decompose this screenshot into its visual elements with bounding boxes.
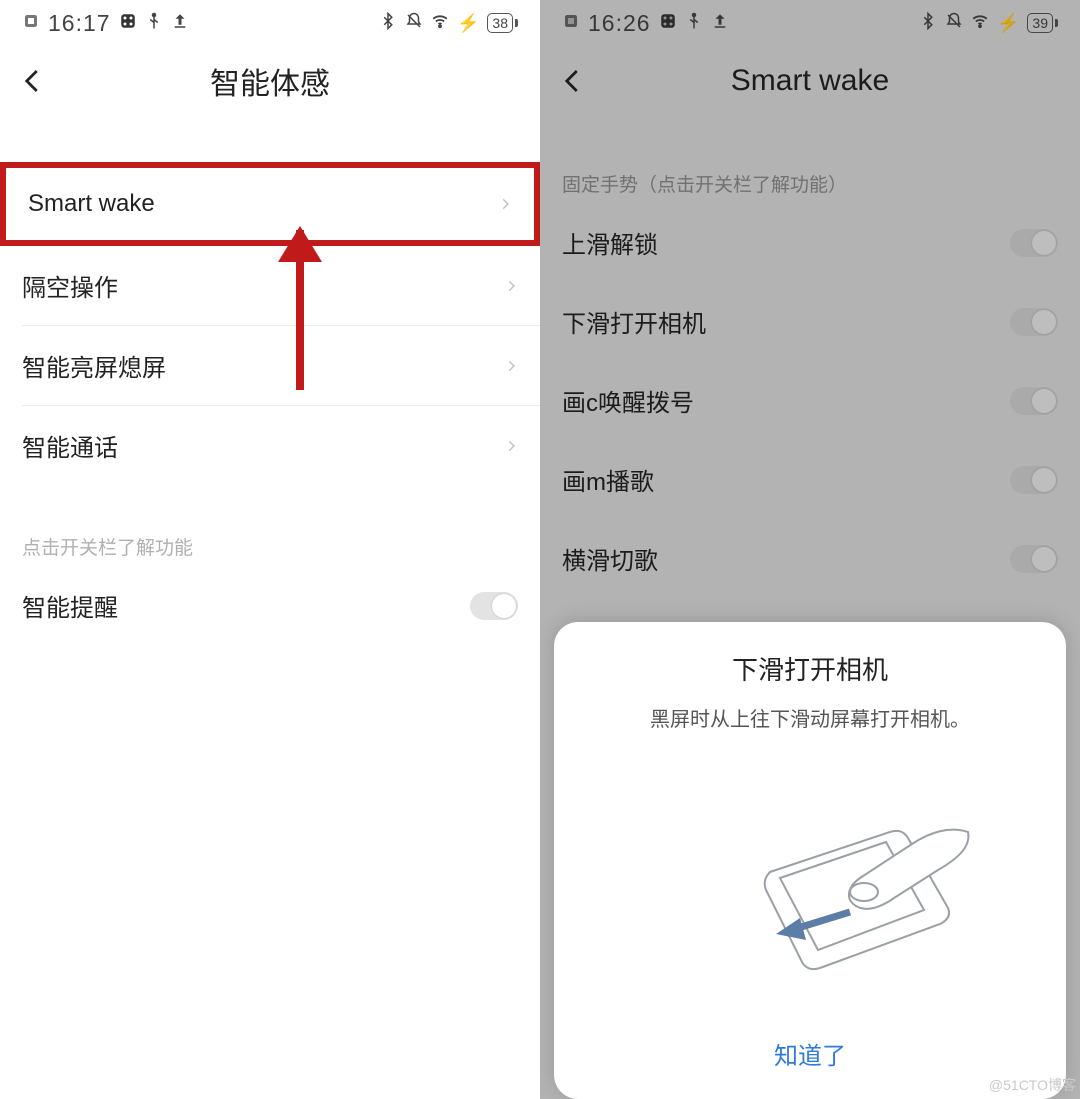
row-label: 画c唤醒拨号	[562, 383, 694, 418]
toggle-switch[interactable]	[1010, 387, 1058, 415]
row-label: 隔空操作	[22, 268, 118, 303]
row-label: 上滑解锁	[562, 225, 658, 260]
row-label: 智能通话	[22, 428, 118, 463]
toggle-switch[interactable]	[470, 592, 518, 620]
status-time: 16:17	[48, 10, 111, 37]
toggle-switch[interactable]	[1010, 545, 1058, 573]
wifi-icon	[971, 10, 989, 36]
sim-icon	[22, 10, 40, 36]
toggle-switch[interactable]	[1010, 229, 1058, 257]
dnd-icon	[945, 10, 963, 36]
row-label: 横滑切歌	[562, 541, 658, 576]
bluetooth-icon	[379, 10, 397, 36]
charging-icon: ⚡	[997, 13, 1019, 34]
chevron-right-icon	[504, 435, 518, 457]
row-draw-c-dial[interactable]: 画c唤醒拨号	[540, 361, 1080, 440]
wifi-icon	[431, 10, 449, 36]
phone-left: 16:17 ⚡ 38	[0, 0, 540, 1099]
back-button[interactable]	[18, 66, 48, 96]
gesture-illustration	[650, 772, 970, 982]
row-swipe-up-unlock[interactable]: 上滑解锁	[540, 203, 1080, 282]
row-label: Smart wake	[28, 190, 155, 218]
status-bar: 16:17 ⚡ 38	[0, 0, 540, 46]
page-title: Smart wake	[731, 64, 889, 98]
phone-right: 16:26	[540, 0, 1080, 1099]
row-smart-wake[interactable]: Smart wake	[0, 162, 540, 246]
status-bar: 16:26	[540, 0, 1080, 46]
bluetooth-icon	[919, 10, 937, 36]
nav-header: 智能体感	[0, 46, 540, 116]
usb-icon	[685, 10, 703, 36]
section-caption: 固定手势（点击开关栏了解功能）	[540, 156, 1080, 203]
status-time: 16:26	[588, 10, 651, 37]
modal-title: 下滑打开相机	[576, 650, 1044, 687]
row-label: 画m播歌	[562, 462, 654, 497]
watermark: @51CTO博客	[989, 1075, 1076, 1095]
usb-icon	[145, 10, 163, 36]
battery-indicator: 38	[487, 13, 518, 33]
row-air-gesture[interactable]: 隔空操作	[0, 246, 540, 325]
sim-icon	[562, 10, 580, 36]
row-swipe-down-camera[interactable]: 下滑打开相机	[540, 282, 1080, 361]
row-smart-reminder[interactable]: 智能提醒	[0, 566, 540, 645]
row-label: 智能亮屏熄屏	[22, 348, 166, 383]
upload-icon	[171, 10, 189, 36]
row-smart-call[interactable]: 智能通话	[0, 406, 540, 485]
back-button[interactable]	[558, 66, 588, 96]
upload-icon	[711, 10, 729, 36]
chevron-right-icon	[504, 275, 518, 297]
battery-level: 38	[492, 15, 508, 31]
modal-sheet: 下滑打开相机 黑屏时从上往下滑动屏幕打开相机。	[554, 622, 1066, 1099]
row-horizontal-song[interactable]: 横滑切歌	[540, 519, 1080, 598]
chevron-right-icon	[498, 193, 512, 215]
toggle-switch[interactable]	[1010, 308, 1058, 336]
charging-icon: ⚡	[457, 13, 479, 34]
row-label: 下滑打开相机	[562, 304, 706, 339]
toggle-switch[interactable]	[1010, 466, 1058, 494]
annotation-arrow	[296, 230, 304, 390]
section-caption: 点击开关栏了解功能	[0, 519, 540, 566]
row-draw-m-music[interactable]: 画m播歌	[540, 440, 1080, 519]
nav-header: Smart wake	[540, 46, 1080, 116]
chevron-right-icon	[504, 355, 518, 377]
row-smart-screen[interactable]: 智能亮屏熄屏	[0, 326, 540, 405]
modal-description: 黑屏时从上往下滑动屏幕打开相机。	[576, 703, 1044, 732]
row-label: 智能提醒	[22, 588, 118, 623]
apps-icon	[119, 10, 137, 36]
apps-icon	[659, 10, 677, 36]
battery-level: 39	[1032, 15, 1048, 31]
battery-indicator: 39	[1027, 13, 1058, 33]
modal-ack-button[interactable]: 知道了	[576, 1022, 1044, 1077]
dnd-icon	[405, 10, 423, 36]
page-title: 智能体感	[210, 59, 330, 103]
